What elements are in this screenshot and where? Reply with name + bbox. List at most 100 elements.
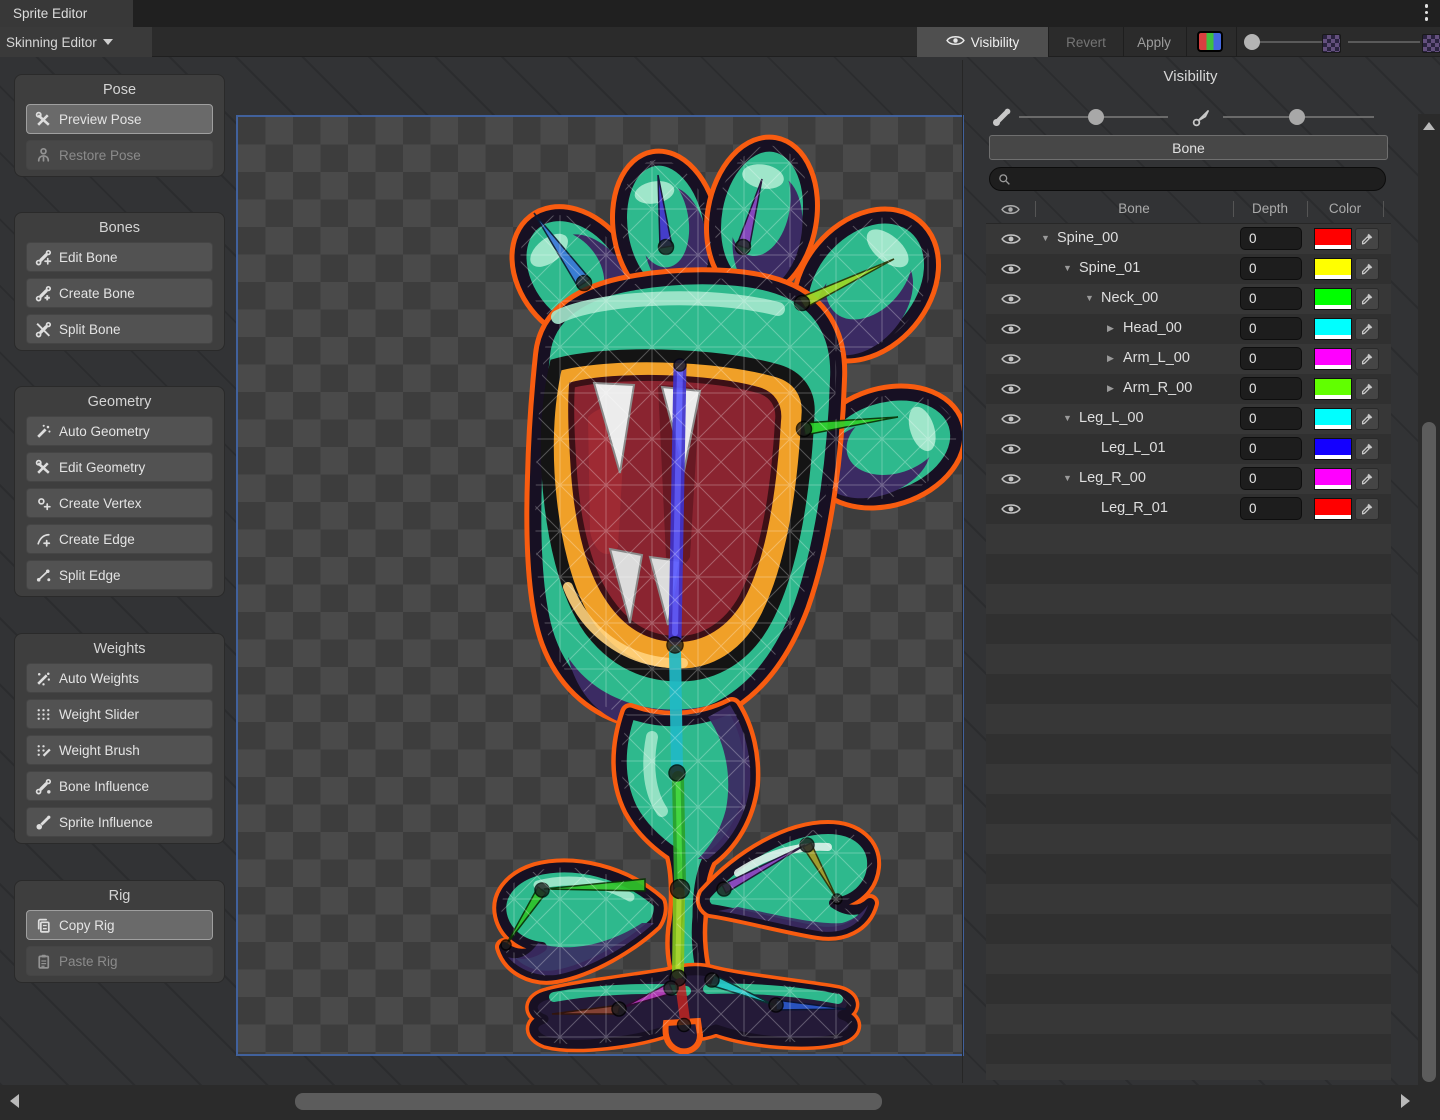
split-bone-button[interactable]: Split Bone <box>26 314 213 344</box>
sprite-influence-button[interactable]: Sprite Influence <box>26 807 213 837</box>
bone-influence-button[interactable]: Bone Influence <box>26 771 213 801</box>
bone-color-swatch[interactable] <box>1314 378 1352 400</box>
horizontal-scroll-thumb[interactable] <box>295 1093 882 1110</box>
visibility-eye-toggle[interactable] <box>1001 382 1021 401</box>
tab-sprite-editor[interactable]: Sprite Editor <box>0 0 133 27</box>
expand-arrow[interactable]: ▼ <box>1063 263 1072 273</box>
expand-arrow[interactable]: ▼ <box>1063 473 1072 483</box>
scroll-up-arrow[interactable] <box>1423 122 1435 130</box>
edit-geometry-button[interactable]: Edit Geometry <box>26 452 213 482</box>
search-input[interactable] <box>1016 171 1377 188</box>
weight-slider-button[interactable]: Weight Slider <box>26 699 213 729</box>
bone-name[interactable]: Leg_R_01 <box>1101 500 1168 516</box>
depth-input[interactable] <box>1240 407 1302 430</box>
horizontal-scrollbar[interactable] <box>0 1085 1440 1120</box>
depth-input[interactable] <box>1240 497 1302 520</box>
color-picker-button[interactable] <box>1355 318 1379 340</box>
create-bone-button[interactable]: Create Bone <box>26 278 213 308</box>
kebab-menu-icon[interactable] <box>1425 4 1429 21</box>
bone-color-swatch[interactable] <box>1314 258 1352 280</box>
visibility-eye-toggle[interactable] <box>1001 322 1021 341</box>
bone-color-swatch[interactable] <box>1314 228 1352 250</box>
paste-rig-button[interactable]: Paste Rig <box>26 946 213 976</box>
apply-button[interactable]: Apply <box>1124 27 1184 57</box>
bone-color-swatch[interactable] <box>1314 468 1352 490</box>
color-picker-button[interactable] <box>1355 408 1379 430</box>
bone-name[interactable]: Arm_L_00 <box>1123 350 1190 366</box>
bone-name[interactable]: Leg_L_01 <box>1101 440 1166 456</box>
visibility-toggle-button[interactable]: Visibility <box>917 27 1048 57</box>
bone-name[interactable]: Neck_00 <box>1101 290 1158 306</box>
search-field[interactable] <box>989 167 1386 191</box>
color-picker-button[interactable] <box>1355 498 1379 520</box>
bone-opacity-slider-knob[interactable] <box>1088 109 1104 125</box>
depth-input[interactable] <box>1240 347 1302 370</box>
col-color[interactable]: Color <box>1308 201 1382 216</box>
depth-input[interactable] <box>1240 227 1302 250</box>
visibility-eye-toggle[interactable] <box>1001 502 1021 521</box>
create-edge-button[interactable]: Create Edge <box>26 524 213 554</box>
visibility-eye-toggle[interactable] <box>1001 352 1021 371</box>
depth-input[interactable] <box>1240 317 1302 340</box>
expand-arrow[interactable]: ▶ <box>1107 323 1114 334</box>
visibility-eye-toggle[interactable] <box>1001 472 1021 491</box>
col-bone[interactable]: Bone <box>1036 201 1232 216</box>
preview-pose-button[interactable]: Preview Pose <box>26 104 213 134</box>
visibility-eye-toggle[interactable] <box>1001 292 1021 311</box>
depth-input[interactable] <box>1240 437 1302 460</box>
copy-rig-button[interactable]: Copy Rig <box>26 910 213 940</box>
restore-pose-button[interactable]: Restore Pose <box>26 140 213 170</box>
visibility-eye-toggle[interactable] <box>1001 412 1021 431</box>
sprite-alpha-slider-track[interactable] <box>1252 41 1324 43</box>
mesh-alpha-slider-track[interactable] <box>1348 41 1420 43</box>
color-picker-button[interactable] <box>1355 288 1379 310</box>
vertical-scroll-thumb[interactable] <box>1422 422 1436 1082</box>
expand-arrow[interactable]: ▶ <box>1107 383 1114 394</box>
auto-geometry-button[interactable]: Auto Geometry <box>26 416 213 446</box>
depth-input[interactable] <box>1240 287 1302 310</box>
expand-arrow[interactable]: ▼ <box>1063 413 1072 423</box>
bone-name[interactable]: Spine_00 <box>1057 230 1118 246</box>
bone-name[interactable]: Spine_01 <box>1079 260 1140 276</box>
create-vertex-button[interactable]: Create Vertex <box>26 488 213 518</box>
bone-name[interactable]: Arm_R_00 <box>1123 380 1192 396</box>
depth-input[interactable] <box>1240 467 1302 490</box>
scroll-right-arrow[interactable] <box>1401 1094 1410 1108</box>
color-picker-button[interactable] <box>1355 348 1379 370</box>
expand-arrow[interactable]: ▶ <box>1107 353 1114 364</box>
auto-weights-button[interactable]: Auto Weights <box>26 663 213 693</box>
visibility-eye-toggle[interactable] <box>1001 232 1021 251</box>
weight-brush-button[interactable]: Weight Brush <box>26 735 213 765</box>
vertical-scrollbar[interactable] <box>1418 114 1440 1120</box>
scroll-left-arrow[interactable] <box>10 1094 19 1108</box>
skinning-editor-dropdown[interactable]: Skinning Editor <box>0 27 152 57</box>
bone-color-swatch[interactable] <box>1314 438 1352 460</box>
expand-arrow[interactable]: ▼ <box>1041 233 1050 243</box>
mesh-opacity-slider-knob[interactable] <box>1289 109 1305 125</box>
bone-name[interactable]: Head_00 <box>1123 320 1182 336</box>
revert-button[interactable]: Revert <box>1049 27 1123 57</box>
bone-category-tab[interactable]: Bone <box>989 135 1388 160</box>
color-picker-button[interactable] <box>1355 228 1379 250</box>
bone-color-swatch[interactable] <box>1314 288 1352 310</box>
bone-color-swatch[interactable] <box>1314 498 1352 520</box>
visibility-eye-toggle[interactable] <box>1001 442 1021 461</box>
bone-color-swatch[interactable] <box>1314 348 1352 370</box>
bone-name[interactable]: Leg_L_00 <box>1079 410 1144 426</box>
color-picker-button[interactable] <box>1355 378 1379 400</box>
color-picker-button[interactable] <box>1355 438 1379 460</box>
bone-color-swatch[interactable] <box>1314 318 1352 340</box>
split-edge-button[interactable]: Split Edge <box>26 560 213 590</box>
expand-arrow[interactable]: ▼ <box>1085 293 1094 303</box>
depth-input[interactable] <box>1240 377 1302 400</box>
bone-name[interactable]: Leg_R_00 <box>1079 470 1146 486</box>
visibility-eye-toggle[interactable] <box>1001 262 1021 281</box>
sprite-canvas[interactable] <box>236 115 964 1056</box>
col-depth[interactable]: Depth <box>1234 201 1306 216</box>
color-picker-button[interactable] <box>1355 258 1379 280</box>
color-picker-button[interactable] <box>1355 468 1379 490</box>
edit-bone-button[interactable]: Edit Bone <box>26 242 213 272</box>
sprite-color-mode-icon[interactable] <box>1197 31 1223 52</box>
bone-color-swatch[interactable] <box>1314 408 1352 430</box>
sprite-alpha-slider-knob[interactable] <box>1244 34 1260 50</box>
